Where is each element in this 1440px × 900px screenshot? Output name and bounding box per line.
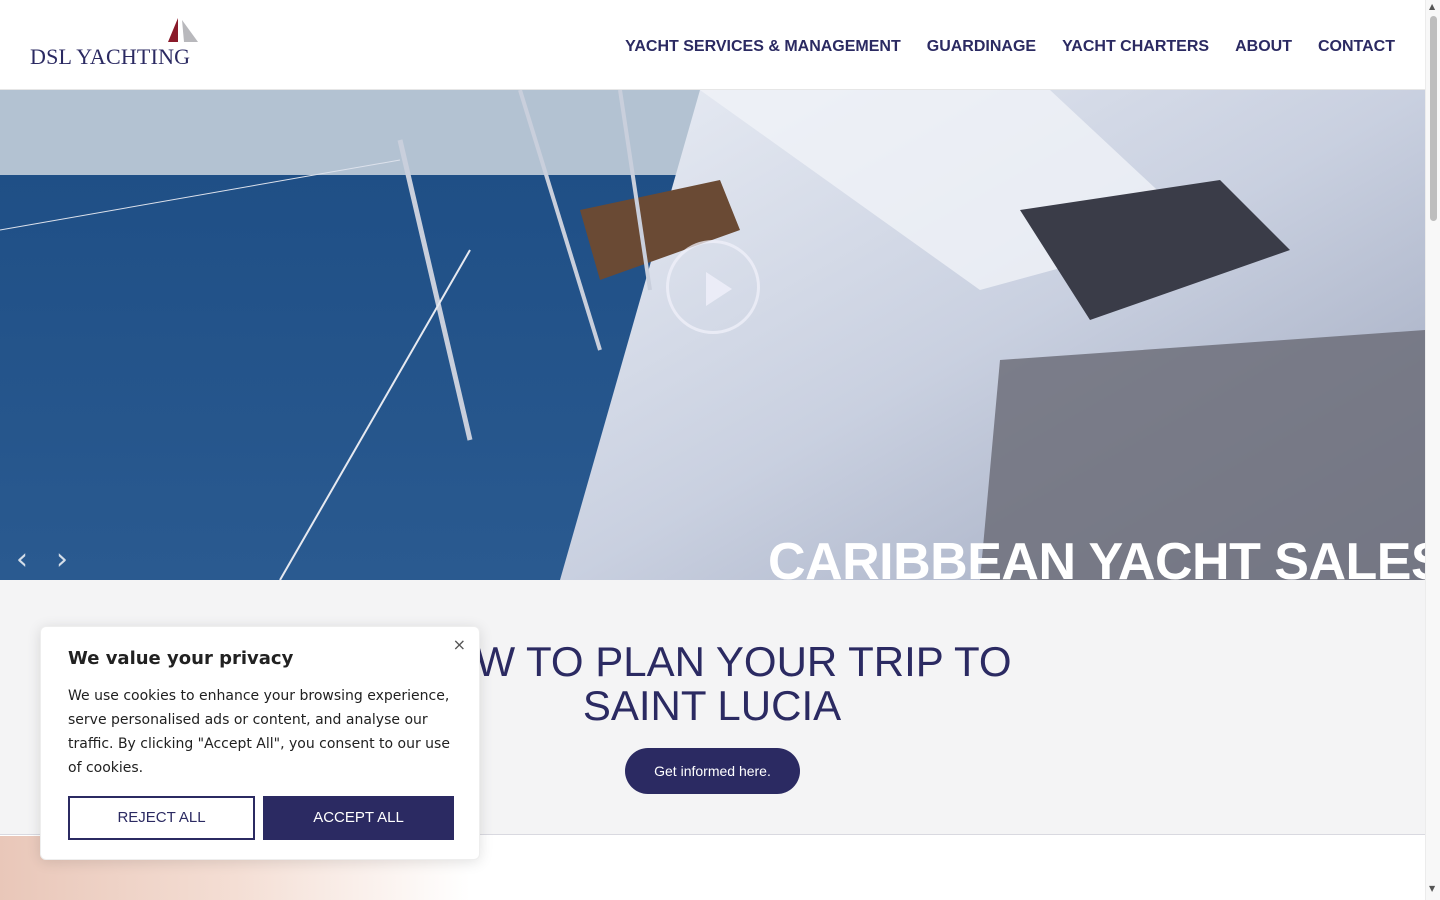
site-header: DSL YACHTING YACHT SERVICES & MANAGEMENT… bbox=[0, 0, 1425, 90]
nav-item-about[interactable]: ABOUT bbox=[1235, 38, 1292, 56]
hero-slider: ‹ › CARIBBEAN YACHT SALES bbox=[0, 90, 1425, 580]
nav-item-contact[interactable]: CONTACT bbox=[1318, 38, 1395, 56]
hero-background-image bbox=[0, 90, 1425, 580]
reject-all-button[interactable]: REJECT ALL bbox=[68, 796, 255, 840]
page-scrollbar[interactable]: ▲ ▼ bbox=[1425, 0, 1440, 900]
site-logo[interactable]: DSL YACHTING bbox=[30, 18, 205, 69]
promo-title: HOW TO PLAN YOUR TRIP TO SAINT LUCIA bbox=[412, 638, 1012, 729]
nav-item-yacht-charters[interactable]: YACHT CHARTERS bbox=[1062, 38, 1209, 56]
play-icon[interactable] bbox=[666, 240, 760, 334]
scroll-up-arrow-icon[interactable]: ▲ bbox=[1429, 2, 1435, 11]
scroll-down-arrow-icon[interactable]: ▼ bbox=[1429, 884, 1435, 893]
scrollbar-thumb[interactable] bbox=[1430, 16, 1437, 221]
cookie-title: We value your privacy bbox=[68, 648, 294, 669]
close-icon[interactable]: × bbox=[453, 635, 466, 654]
logo-text: DSL YACHTING bbox=[30, 44, 191, 69]
sail-logo-icon bbox=[168, 18, 198, 42]
nav-item-yacht-services[interactable]: YACHT SERVICES & MANAGEMENT bbox=[625, 38, 901, 56]
nav-item-guardinage[interactable]: GUARDINAGE bbox=[927, 38, 1036, 56]
accept-all-button[interactable]: ACCEPT ALL bbox=[263, 796, 454, 840]
hero-title: CARIBBEAN YACHT SALES bbox=[768, 533, 1425, 580]
main-nav: YACHT SERVICES & MANAGEMENT GUARDINAGE Y… bbox=[625, 38, 1395, 56]
get-informed-button[interactable]: Get informed here. bbox=[625, 748, 800, 794]
cookie-consent-dialog: × We value your privacy We use cookies t… bbox=[40, 626, 480, 860]
chevron-left-icon[interactable]: ‹ bbox=[16, 542, 28, 577]
cookie-body: We use cookies to enhance your browsing … bbox=[68, 688, 450, 776]
chevron-right-icon[interactable]: › bbox=[56, 542, 68, 577]
